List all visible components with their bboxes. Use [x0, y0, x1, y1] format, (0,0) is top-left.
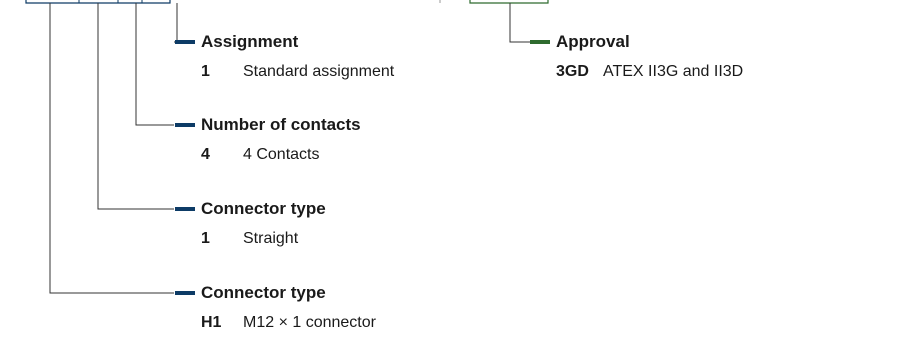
- connector-lines: [25, 0, 550, 295]
- field-code: H1: [201, 314, 222, 331]
- heading-marker-approval: [530, 40, 550, 44]
- field-description: M12 × 1 connector: [243, 314, 376, 331]
- field-code: 3GD: [556, 63, 589, 80]
- field-code: 1: [201, 63, 210, 80]
- field-description: ATEX II3G and II3D: [603, 63, 744, 80]
- heading-marker: [175, 207, 195, 211]
- field-description: Straight: [243, 230, 299, 247]
- heading-marker: [175, 291, 195, 295]
- field-heading: Approval: [556, 32, 630, 51]
- connector-connector-type-2: [49, 3, 174, 294]
- ordering-code-diagram: Assignment 1 Standard assignment Number …: [0, 0, 906, 338]
- field-code: 1: [201, 230, 210, 247]
- field-heading: Number of contacts: [201, 115, 361, 134]
- heading-marker: [175, 40, 195, 44]
- connector-assignment: [174, 3, 178, 43]
- connector-approval: [509, 3, 530, 43]
- code-box-approval-outline: [469, 0, 549, 4]
- field-description: 4 Contacts: [243, 146, 320, 163]
- heading-marker: [175, 123, 195, 127]
- field-description: Standard assignment: [243, 63, 395, 80]
- code-box-main-outline: [25, 0, 171, 4]
- field-heading: Connector type: [201, 283, 326, 302]
- connector-number-of-contacts: [135, 3, 174, 126]
- field-heading: Assignment: [201, 32, 299, 51]
- field-code: 4: [201, 146, 210, 163]
- field-heading: Connector type: [201, 199, 326, 218]
